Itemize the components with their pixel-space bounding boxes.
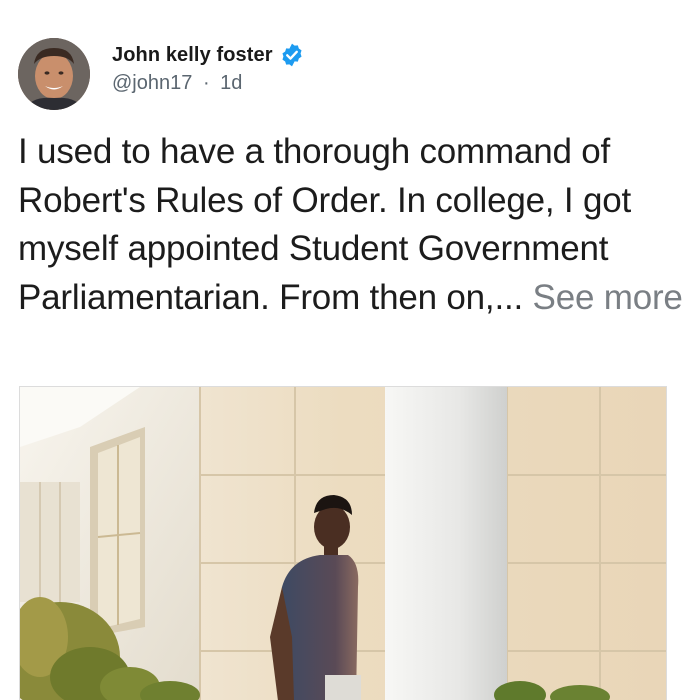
- author-handle[interactable]: @john17: [112, 72, 192, 94]
- meta-separator: ·: [202, 72, 210, 94]
- post-time[interactable]: 1d: [220, 72, 242, 94]
- see-more-link[interactable]: See more: [533, 278, 683, 317]
- post-text: I used to have a thorough command of Rob…: [18, 128, 698, 322]
- post-image[interactable]: [19, 386, 667, 700]
- post: John kelly foster @john17 · 1d I used to…: [0, 0, 700, 700]
- post-meta: John kelly foster @john17 · 1d: [112, 40, 305, 95]
- author-name[interactable]: John kelly foster: [112, 44, 273, 67]
- handle-row: @john17 · 1d: [112, 72, 305, 95]
- post-header: John kelly foster @john17 · 1d: [18, 38, 305, 110]
- verified-badge-icon: [282, 43, 302, 67]
- name-row: John kelly foster: [112, 40, 305, 70]
- avatar[interactable]: [18, 38, 90, 110]
- avatar-image: [18, 38, 90, 110]
- post-photo: [20, 387, 666, 700]
